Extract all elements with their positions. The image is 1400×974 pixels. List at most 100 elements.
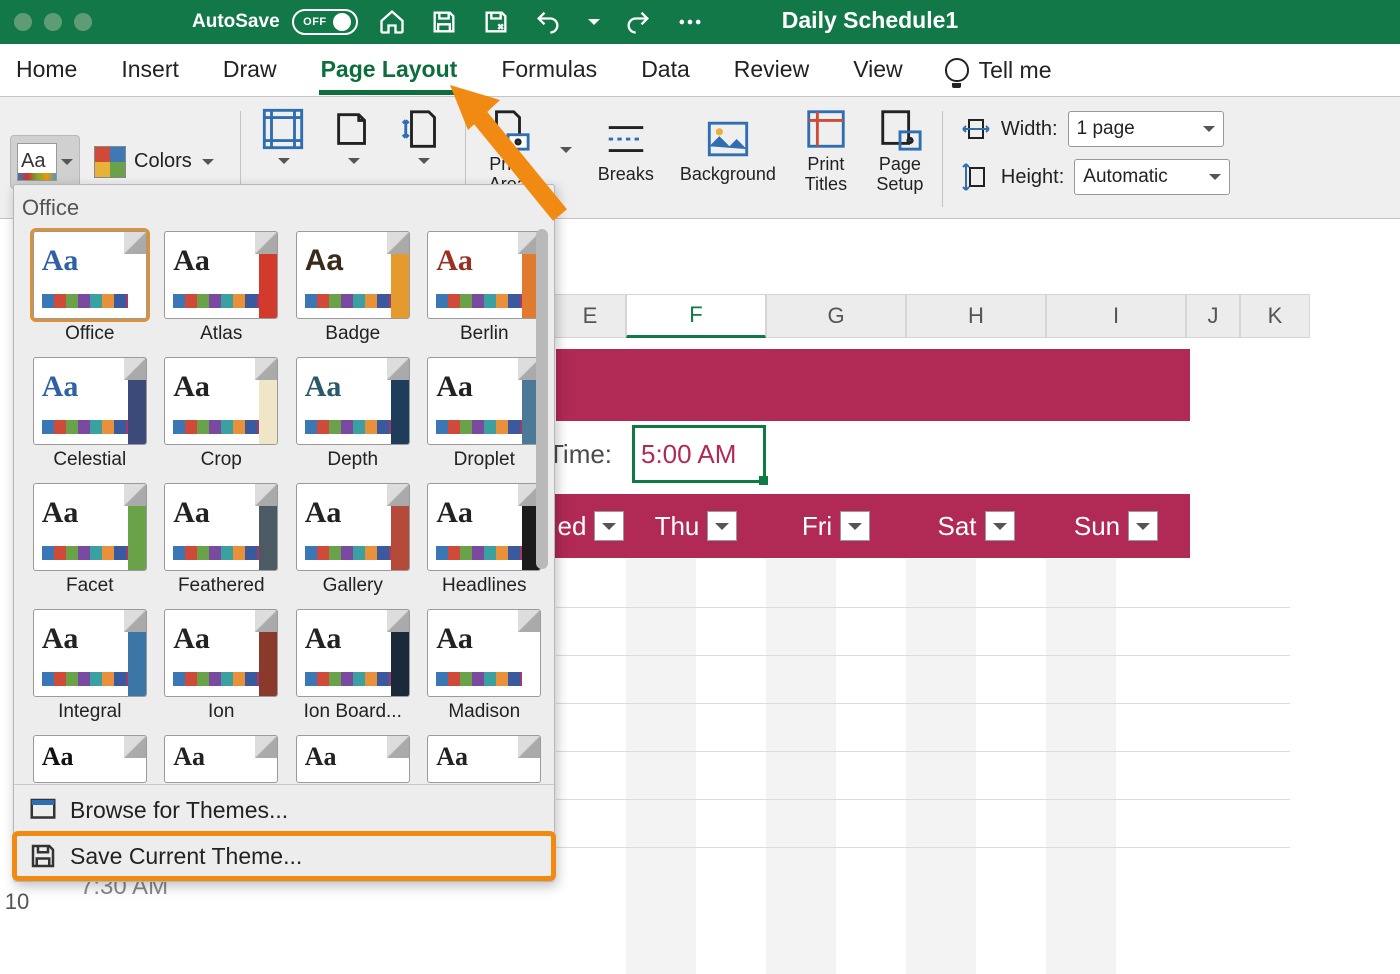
theme-item-droplet[interactable]: AaDroplet bbox=[419, 357, 551, 477]
orientation-icon bbox=[330, 106, 376, 152]
print-area-icon bbox=[485, 106, 531, 152]
save-icon bbox=[28, 841, 58, 871]
scrollbar[interactable] bbox=[534, 229, 550, 749]
column-header-G[interactable]: G bbox=[766, 294, 906, 338]
day-header-sun[interactable]: Sun bbox=[1046, 494, 1186, 558]
theme-item-partial[interactable]: Aa bbox=[287, 735, 419, 784]
home-icon[interactable] bbox=[378, 8, 406, 36]
column-header-E[interactable]: E bbox=[554, 294, 626, 338]
filter-dropdown-icon[interactable] bbox=[707, 511, 737, 541]
breaks-button[interactable]: Breaks bbox=[598, 115, 654, 185]
themes-grid: AaOfficeAaAtlasAaBadgeAaBerlin AaCelestia… bbox=[14, 227, 554, 784]
autosave-toggle[interactable]: AutoSave OFF bbox=[192, 9, 358, 35]
theme-item-atlas[interactable]: AaAtlas bbox=[156, 231, 288, 351]
theme-item-headlines[interactable]: AaHeadlines bbox=[419, 483, 551, 603]
theme-item-partial[interactable]: Aa bbox=[24, 735, 156, 784]
day-header-thu[interactable]: Thu bbox=[626, 494, 766, 558]
quick-access-toolbar bbox=[378, 8, 704, 36]
theme-item-feathered[interactable]: AaFeathered bbox=[156, 483, 288, 603]
theme-item-ion[interactable]: AaIon bbox=[156, 609, 288, 729]
autosave-switch[interactable]: OFF bbox=[292, 9, 358, 35]
browse-themes-button[interactable]: Browse for Themes... bbox=[14, 787, 554, 833]
theme-item-berlin[interactable]: AaBerlin bbox=[419, 231, 551, 351]
theme-item-office[interactable]: AaOffice bbox=[24, 231, 156, 351]
column-header-F[interactable]: F bbox=[626, 294, 766, 338]
title-band bbox=[556, 349, 1190, 421]
print-area-button[interactable]: Print Area bbox=[484, 105, 532, 195]
chevron-down-icon bbox=[61, 159, 73, 171]
scale-height-row: Height: Automatic bbox=[961, 159, 1230, 195]
size-button[interactable] bbox=[399, 105, 447, 167]
tab-review[interactable]: Review bbox=[732, 46, 811, 95]
tab-data[interactable]: Data bbox=[639, 46, 692, 95]
close-dot-icon[interactable] bbox=[14, 13, 32, 31]
alt-column bbox=[626, 559, 696, 974]
size-icon bbox=[400, 106, 446, 152]
chevron-down-icon[interactable] bbox=[560, 147, 572, 159]
save-icon[interactable] bbox=[430, 8, 458, 36]
filter-dropdown-icon[interactable] bbox=[985, 511, 1015, 541]
theme-item-gallery[interactable]: AaGallery bbox=[287, 483, 419, 603]
theme-item-madison[interactable]: AaMadison bbox=[419, 609, 551, 729]
orientation-button[interactable] bbox=[329, 105, 377, 167]
background-button[interactable]: Background bbox=[680, 115, 776, 185]
fill-handle-icon[interactable] bbox=[759, 476, 768, 485]
theme-item-partial[interactable]: Aa bbox=[419, 735, 551, 784]
tab-insert[interactable]: Insert bbox=[119, 46, 181, 95]
column-header-H[interactable]: H bbox=[906, 294, 1046, 338]
day-label: ed bbox=[558, 511, 587, 542]
column-header-J[interactable]: J bbox=[1186, 294, 1240, 338]
theme-item-badge[interactable]: AaBadge bbox=[287, 231, 419, 351]
day-header-ed[interactable]: ed bbox=[556, 494, 626, 558]
themes-button[interactable]: Aa bbox=[10, 135, 80, 189]
title-bar: AutoSave OFF Daily Schedule1 bbox=[0, 0, 1400, 44]
tab-view[interactable]: View bbox=[851, 46, 904, 95]
theme-name: Gallery bbox=[323, 575, 383, 597]
active-cell[interactable]: 5:00 AM bbox=[632, 425, 766, 483]
theme-item-partial[interactable]: Aa bbox=[156, 735, 288, 784]
tab-page-layout[interactable]: Page Layout bbox=[319, 46, 460, 95]
window-controls[interactable] bbox=[14, 13, 92, 31]
theme-item-celestial[interactable]: AaCelestial bbox=[24, 357, 156, 477]
undo-dropdown-icon[interactable] bbox=[588, 19, 600, 31]
colors-label: Colors bbox=[134, 150, 192, 173]
undo-icon[interactable] bbox=[534, 8, 562, 36]
tab-home[interactable]: Home bbox=[14, 46, 79, 95]
minimize-dot-icon[interactable] bbox=[44, 13, 62, 31]
day-header-fri[interactable]: Fri bbox=[766, 494, 906, 558]
row-number[interactable]: 10 bbox=[0, 889, 34, 915]
print-titles-label: Print Titles bbox=[805, 155, 847, 195]
save-as-icon[interactable] bbox=[482, 8, 510, 36]
page-setup-button[interactable]: Page Setup bbox=[876, 105, 924, 195]
column-header-K[interactable]: K bbox=[1240, 294, 1310, 338]
theme-item-facet[interactable]: AaFacet bbox=[24, 483, 156, 603]
scrollbar-thumb[interactable] bbox=[536, 229, 548, 569]
tab-formulas[interactable]: Formulas bbox=[499, 46, 599, 95]
active-cell-value: 5:00 AM bbox=[641, 439, 736, 470]
filter-dropdown-icon[interactable] bbox=[840, 511, 870, 541]
colors-button[interactable]: Colors bbox=[86, 140, 222, 184]
chevron-down-icon bbox=[348, 158, 360, 170]
tell-me-search[interactable]: Tell me bbox=[945, 57, 1052, 84]
theme-item-depth[interactable]: AaDepth bbox=[287, 357, 419, 477]
filter-dropdown-icon[interactable] bbox=[1128, 511, 1158, 541]
height-select[interactable]: Automatic bbox=[1074, 159, 1230, 195]
more-icon[interactable] bbox=[676, 8, 704, 36]
tab-draw[interactable]: Draw bbox=[221, 46, 279, 95]
column-header-I[interactable]: I bbox=[1046, 294, 1186, 338]
width-select[interactable]: 1 page bbox=[1068, 111, 1224, 147]
bulb-icon bbox=[945, 58, 969, 82]
zoom-dot-icon[interactable] bbox=[74, 13, 92, 31]
margins-button[interactable] bbox=[259, 105, 307, 167]
theme-item-crop[interactable]: AaCrop bbox=[156, 357, 288, 477]
theme-item-ion-board-[interactable]: AaIon Board... bbox=[287, 609, 419, 729]
print-titles-button[interactable]: Print Titles bbox=[802, 105, 850, 195]
filter-dropdown-icon[interactable] bbox=[594, 511, 624, 541]
themes-thumbnail-icon: Aa bbox=[17, 143, 57, 181]
day-header-sat[interactable]: Sat bbox=[906, 494, 1046, 558]
gridline bbox=[556, 751, 1290, 752]
save-theme-button[interactable]: Save Current Theme... bbox=[14, 833, 554, 879]
redo-icon[interactable] bbox=[624, 8, 652, 36]
chevron-down-icon bbox=[202, 159, 214, 171]
theme-item-integral[interactable]: AaIntegral bbox=[24, 609, 156, 729]
